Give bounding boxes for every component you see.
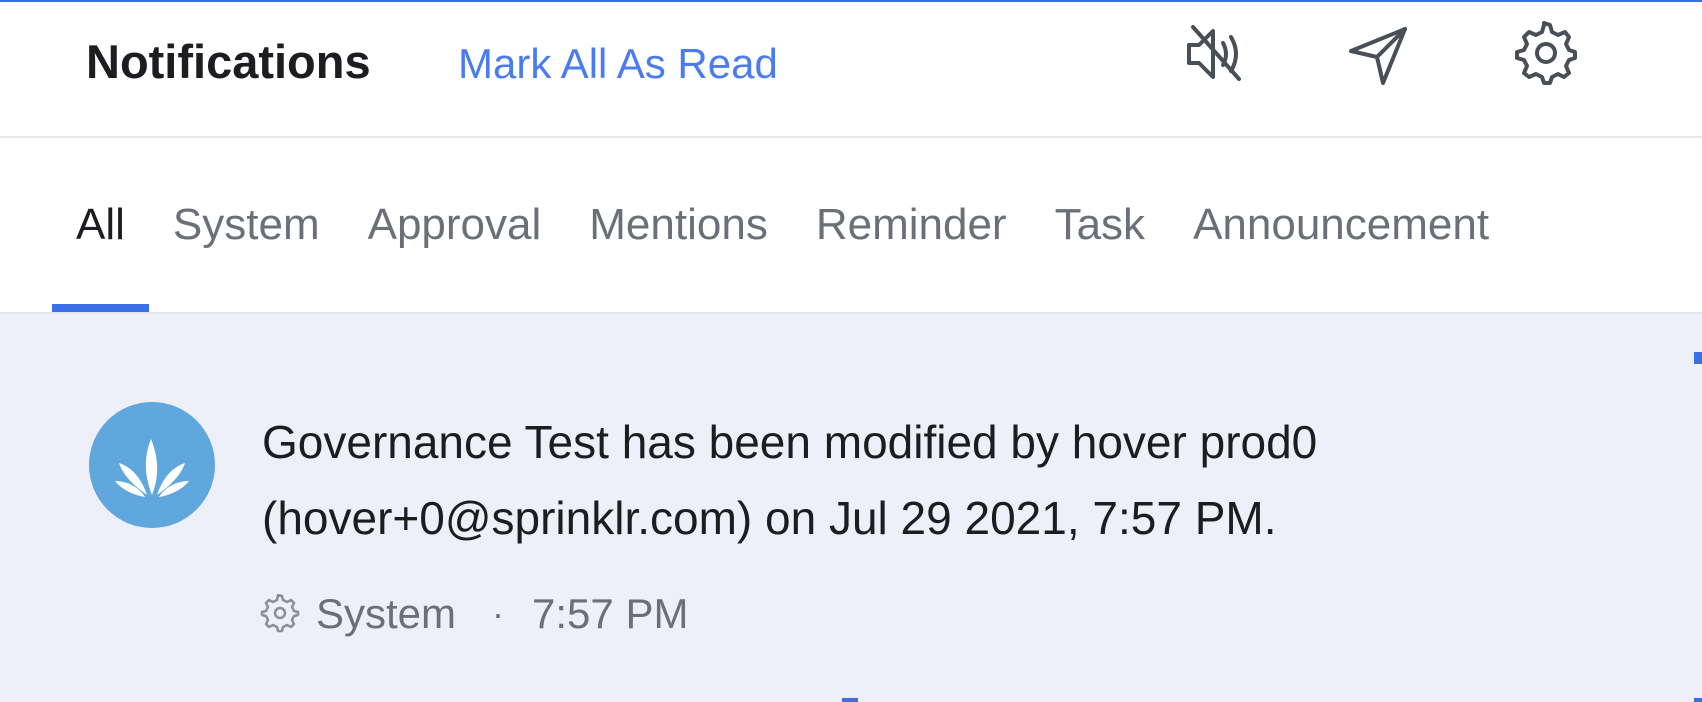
send-button[interactable] — [1340, 16, 1416, 92]
tab-label: All — [76, 200, 125, 249]
tab-label: Reminder — [815, 200, 1007, 249]
active-tab-indicator — [52, 304, 149, 312]
tab-label: Approval — [367, 200, 542, 249]
tab-announcement[interactable]: Announcement — [1169, 138, 1513, 312]
tab-task[interactable]: Task — [1031, 138, 1169, 312]
page-title: Notifications — [86, 35, 371, 88]
tab-mentions[interactable]: Mentions — [565, 138, 792, 312]
tab-label: System — [172, 200, 320, 249]
mute-button[interactable] — [1178, 16, 1254, 92]
notification-list: Governance Test has been modified by hov… — [0, 312, 1702, 702]
gear-icon — [1515, 21, 1577, 85]
notifications-header: Notifications Mark All As Read — [0, 2, 1702, 138]
sprinklr-logo-icon — [115, 439, 189, 497]
tab-all[interactable]: All — [52, 138, 149, 312]
avatar — [89, 402, 215, 528]
selection-handle — [1694, 352, 1702, 364]
selection-handle — [842, 698, 858, 702]
notification-tabs: All System Approval Mentions Reminder Ta… — [0, 138, 1702, 312]
category-gear-icon — [260, 594, 300, 634]
selection-handle — [1694, 698, 1702, 702]
tab-approval[interactable]: Approval — [344, 138, 566, 312]
notification-item[interactable]: Governance Test has been modified by hov… — [0, 314, 1702, 702]
mark-all-as-read-link[interactable]: Mark All As Read — [458, 36, 778, 92]
speaker-mute-icon — [1187, 25, 1241, 81]
notification-message: Governance Test has been modified by hov… — [262, 416, 1318, 544]
tab-label: Task — [1054, 200, 1146, 249]
send-icon — [1349, 27, 1407, 85]
meta-separator: · — [492, 593, 505, 634]
notifications-panel: Notifications Mark All As Read All Syste… — [0, 0, 1702, 702]
notification-meta: System · 7:57 PM — [260, 586, 688, 642]
notification-time: 7:57 PM — [532, 590, 689, 637]
notification-category: System — [316, 590, 457, 637]
tab-label: Mentions — [589, 200, 768, 249]
tab-list: All System Approval Mentions Reminder Ta… — [52, 138, 1513, 312]
tab-reminder[interactable]: Reminder — [792, 138, 1031, 312]
tab-label: Announcement — [1193, 200, 1490, 249]
settings-button[interactable] — [1506, 16, 1582, 92]
tab-system[interactable]: System — [149, 138, 344, 312]
